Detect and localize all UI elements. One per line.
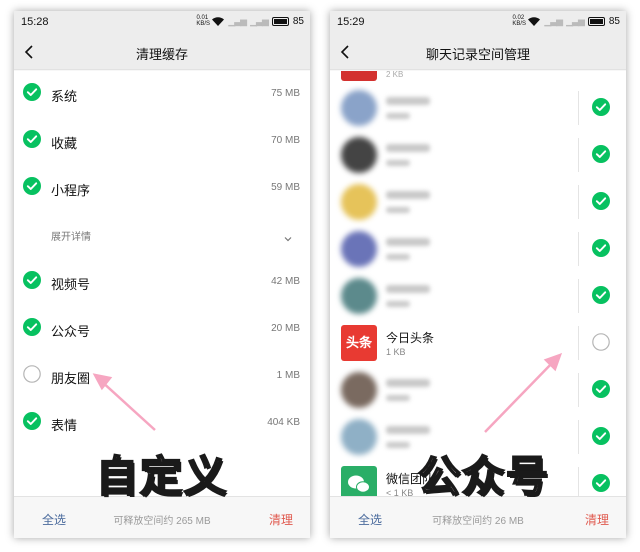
battery-icon bbox=[587, 16, 605, 26]
page-title: 清理缓存 bbox=[135, 47, 188, 62]
cache-item-row[interactable]: 系统 75 MB bbox=[14, 71, 310, 118]
checked-circle-icon[interactable] bbox=[592, 239, 610, 257]
cache-list: 系统 75 MB 收藏 70 MB 小程序 59 MB 展开详情 视频号 42 MB 公众号 2… bbox=[14, 71, 310, 496]
wechat-logo-icon bbox=[341, 466, 377, 496]
checked-circle-icon[interactable] bbox=[23, 271, 41, 289]
wifi-icon bbox=[528, 16, 541, 26]
list-item[interactable] bbox=[330, 367, 626, 414]
clear-button[interactable]: 清理 bbox=[269, 511, 293, 528]
item-size: 2 KB bbox=[386, 71, 404, 79]
status-icons: 0.02 KB/S ▁▃▅ ▁▃▅ 85 bbox=[512, 15, 620, 27]
toutiao-logo-icon: 头条 bbox=[341, 325, 377, 361]
chat-storage-list: 2 KB 头条 今日头条 1 KB 微信团队 < 1 KB bbox=[330, 71, 626, 496]
status-bar: 15:29 0.02 KB/S ▁▃▅ ▁▃▅ 85 bbox=[330, 11, 626, 35]
checked-circle-icon[interactable] bbox=[23, 318, 41, 336]
cache-item-label: 公众号 bbox=[51, 324, 91, 339]
page-title: 聊天记录空间管理 bbox=[425, 47, 530, 62]
avatar bbox=[341, 90, 377, 126]
list-item-toutiao[interactable]: 头条 今日头条 1 KB bbox=[330, 320, 626, 367]
signal-icon-2: ▁▃▅ bbox=[250, 15, 269, 26]
avatar bbox=[341, 278, 377, 314]
battery-level: 85 bbox=[608, 15, 620, 27]
battery-level: 85 bbox=[292, 15, 304, 27]
checked-circle-icon[interactable] bbox=[592, 286, 610, 304]
nav-bar: 清理缓存 bbox=[14, 35, 310, 70]
cache-item-label: 小程序 bbox=[51, 183, 91, 198]
avatar bbox=[341, 372, 377, 408]
releasable-space-text: 可释放空间约 265 MB bbox=[113, 516, 211, 527]
net-speed: 0.01 KB/S bbox=[196, 15, 211, 27]
list-item[interactable] bbox=[330, 85, 626, 132]
avatar bbox=[341, 71, 377, 81]
status-time: 15:28 bbox=[21, 16, 49, 28]
checked-circle-icon[interactable] bbox=[592, 145, 610, 163]
list-item[interactable] bbox=[330, 132, 626, 179]
expand-details-row[interactable]: 展开详情 bbox=[14, 212, 310, 259]
cache-item-size: 20 MB bbox=[271, 323, 300, 334]
checked-circle-icon[interactable] bbox=[23, 412, 41, 430]
wifi-icon bbox=[212, 16, 225, 26]
list-item[interactable] bbox=[330, 179, 626, 226]
clear-button[interactable]: 清理 bbox=[585, 511, 609, 528]
cache-item-label: 系统 bbox=[51, 89, 78, 104]
cache-item-row[interactable]: 朋友圈 1 MB bbox=[14, 353, 310, 400]
status-icons: 0.01 KB/S ▁▃▅ ▁▃▅ 85 bbox=[196, 15, 304, 27]
net-speed: 0.02 KB/S bbox=[512, 15, 527, 27]
annotation-official-account-text: 公众号 bbox=[417, 451, 551, 502]
chevron-down-icon bbox=[284, 229, 292, 247]
cache-item-row[interactable]: 视频号 42 MB bbox=[14, 259, 310, 306]
cache-item-size: 42 MB bbox=[271, 276, 300, 287]
cache-item-size: 70 MB bbox=[271, 135, 300, 146]
cache-item-size: 404 KB bbox=[267, 417, 300, 428]
cache-item-row[interactable]: 收藏 70 MB bbox=[14, 118, 310, 165]
cache-item-label: 表情 bbox=[51, 418, 78, 433]
expand-details-label: 展开详情 bbox=[51, 232, 91, 243]
checked-circle-icon[interactable] bbox=[23, 177, 41, 195]
signal-icon: ▁▃▅ bbox=[544, 15, 563, 26]
unchecked-circle-icon[interactable] bbox=[23, 365, 41, 383]
cache-item-row[interactable]: 表情 404 KB bbox=[14, 400, 310, 447]
unchecked-circle-icon[interactable] bbox=[592, 333, 610, 351]
annotation-custom-text: 自定义 bbox=[95, 451, 229, 502]
checked-circle-icon[interactable] bbox=[592, 474, 610, 492]
checked-circle-icon[interactable] bbox=[23, 83, 41, 101]
list-item-partial: 2 KB bbox=[330, 71, 626, 85]
avatar bbox=[341, 184, 377, 220]
cache-item-size: 59 MB bbox=[271, 182, 300, 193]
signal-icon: ▁▃▅ bbox=[228, 15, 247, 26]
checked-circle-icon[interactable] bbox=[592, 380, 610, 398]
checked-circle-icon[interactable] bbox=[592, 98, 610, 116]
cache-item-row[interactable]: 公众号 20 MB bbox=[14, 306, 310, 353]
signal-icon-2: ▁▃▅ bbox=[566, 15, 585, 26]
nav-bar: 聊天记录空间管理 bbox=[330, 35, 626, 70]
releasable-space-text: 可释放空间约 26 MB bbox=[432, 516, 524, 527]
battery-icon bbox=[271, 16, 289, 26]
checked-circle-icon[interactable] bbox=[23, 130, 41, 148]
cache-item-size: 1 MB bbox=[276, 370, 300, 381]
list-item[interactable] bbox=[330, 226, 626, 273]
status-bar: 15:28 0.01 KB/S ▁▃▅ ▁▃▅ 85 bbox=[14, 11, 310, 35]
cache-item-size: 75 MB bbox=[271, 88, 300, 99]
avatar bbox=[341, 419, 377, 455]
status-time: 15:29 bbox=[337, 16, 365, 28]
account-size: < 1 KB bbox=[386, 488, 414, 496]
list-item[interactable] bbox=[330, 273, 626, 320]
checked-circle-icon[interactable] bbox=[592, 192, 610, 210]
account-name: 今日头条 bbox=[386, 331, 435, 345]
avatar bbox=[341, 137, 377, 173]
cache-item-label: 视频号 bbox=[51, 277, 91, 292]
avatar bbox=[341, 231, 377, 267]
cache-item-label: 朋友圈 bbox=[51, 371, 91, 386]
account-size: 1 KB bbox=[386, 347, 406, 357]
checked-circle-icon[interactable] bbox=[592, 427, 610, 445]
cache-item-label: 收藏 bbox=[51, 136, 78, 151]
cache-item-row[interactable]: 小程序 59 MB bbox=[14, 165, 310, 212]
